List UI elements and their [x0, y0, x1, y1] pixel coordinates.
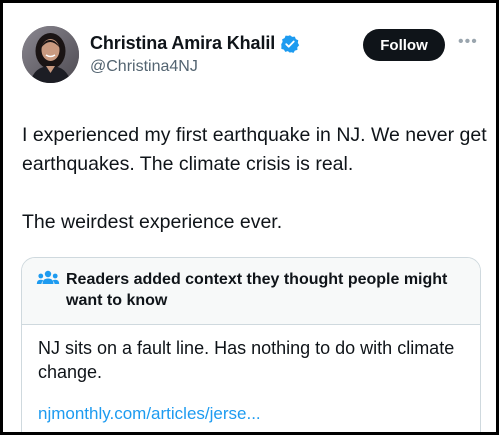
community-note-header: Readers added context they thought peopl…: [22, 258, 480, 325]
author-name-row[interactable]: Christina Amira Khalil: [90, 33, 300, 54]
verified-badge-icon: [280, 34, 300, 54]
author-handle[interactable]: @Christina4NJ: [90, 58, 198, 76]
author-name[interactable]: Christina Amira Khalil: [90, 33, 275, 54]
avatar[interactable]: [22, 26, 79, 83]
community-note-title: Readers added context they thought peopl…: [66, 271, 448, 309]
tweet-paragraph: I experienced my first earthquake in NJ.…: [22, 124, 487, 175]
community-note-link[interactable]: njmonthly.com/articles/jerse...: [38, 404, 261, 424]
community-note-body: NJ sits on a fault line. Has nothing to …: [38, 338, 455, 382]
more-icon[interactable]: •••: [458, 33, 478, 51]
community-note: Readers added context they thought peopl…: [21, 257, 481, 432]
people-icon: [36, 269, 60, 294]
tweet-card: Christina Amira Khalil @Christina4NJ Fol…: [0, 0, 499, 435]
follow-button[interactable]: Follow: [363, 29, 445, 61]
tweet-paragraph: The weirdest experience ever.: [22, 211, 283, 233]
tweet-text: I experienced my first earthquake in NJ.…: [22, 121, 492, 237]
